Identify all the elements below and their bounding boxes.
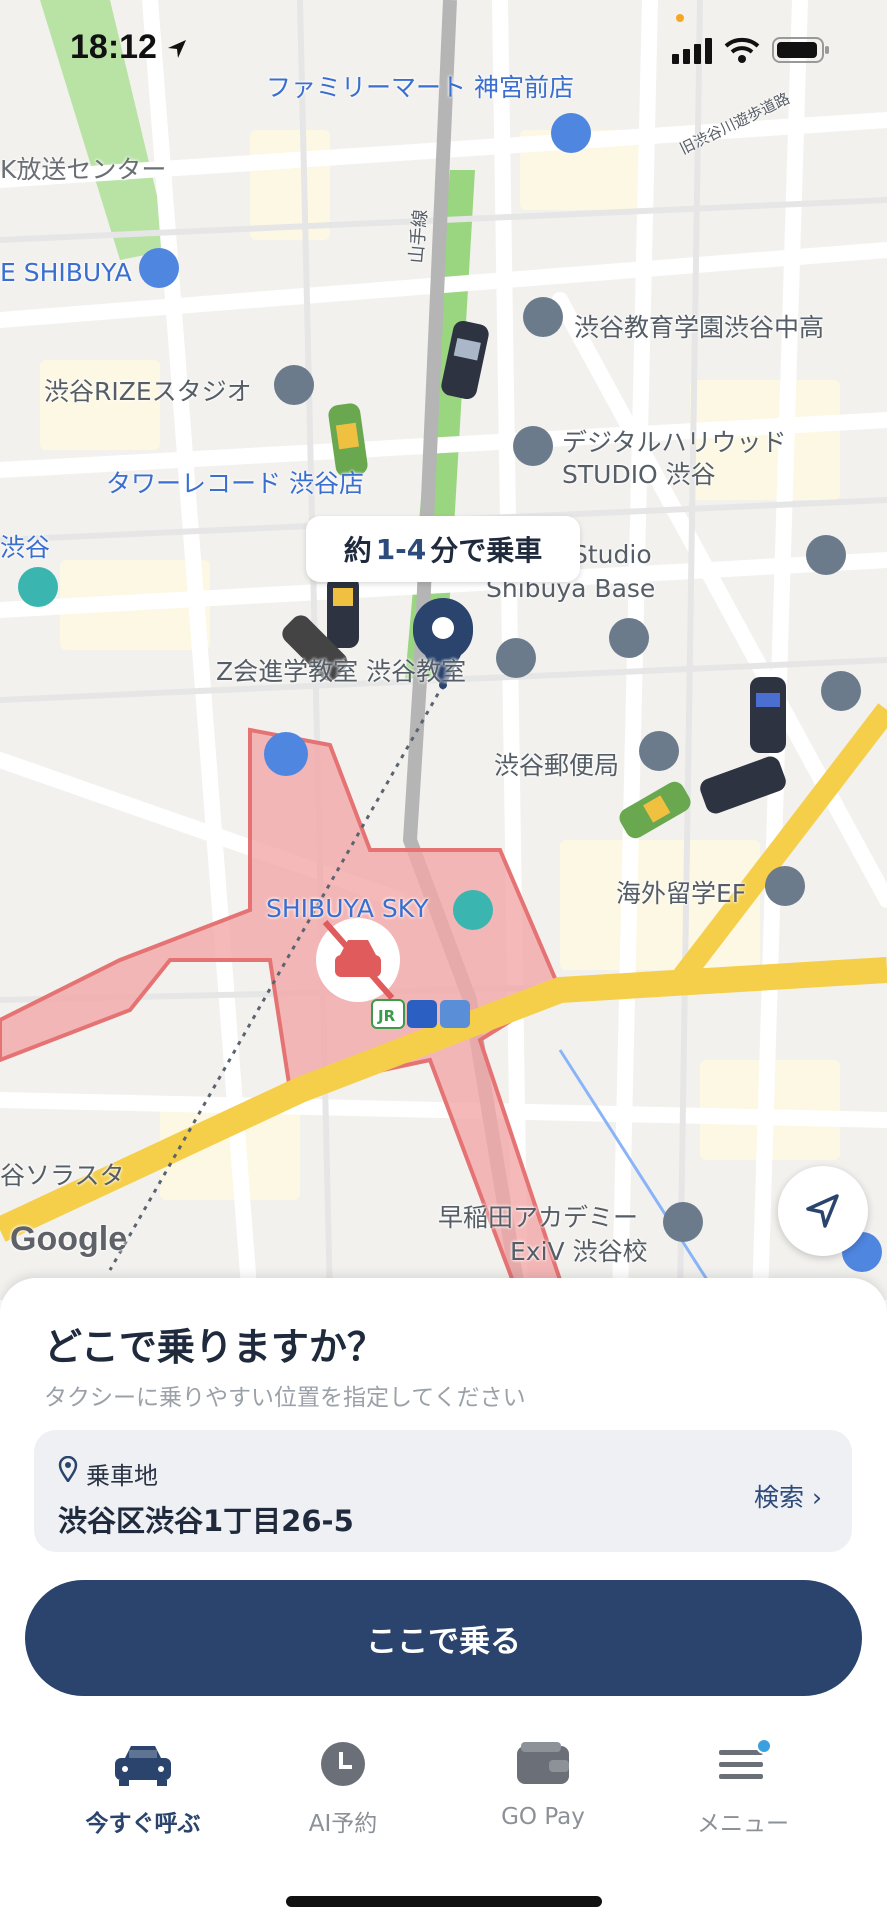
pickup-label: 乗車地 — [86, 1462, 158, 1490]
sheet-title: どこで乗りますか？ — [44, 1325, 385, 1369]
map-label-yamanote: 山手線 — [405, 208, 432, 265]
map-label-solasta: 谷ソラスタ — [0, 1161, 125, 1190]
svg-text:JR: JR — [377, 1007, 396, 1025]
map-label-nhk: K放送センター — [0, 155, 167, 184]
ride-here-button[interactable]: ここで乗る — [25, 1580, 862, 1696]
location-arrow-icon — [168, 40, 187, 58]
map-label-studio: Studio — [572, 540, 652, 569]
tab-call-now[interactable]: 今すぐ呼ぶ — [43, 1740, 243, 1838]
status-time: 18:12 — [70, 28, 188, 67]
home-indicator — [286, 1896, 602, 1907]
eta-prefix: 約 — [343, 534, 372, 567]
clock-icon — [321, 1742, 365, 1786]
pickup-address: 渋谷区渋谷1丁目26-5 — [58, 1504, 354, 1538]
signal-icon — [672, 38, 712, 64]
map-label-digital1: デジタルハリウッド — [562, 428, 787, 457]
taxi-icon — [115, 1746, 171, 1786]
wifi-icon — [724, 37, 760, 63]
map-label-post: 渋谷郵便局 — [494, 751, 620, 780]
map-label-shibuya-left: 渋谷 — [0, 533, 51, 562]
eta-range: 1-4 — [375, 532, 427, 566]
map-label-digital2: STUDIO 渋谷 — [562, 460, 716, 489]
battery-icon — [772, 37, 829, 63]
tab-label: GO Pay — [501, 1804, 585, 1830]
wallet-icon — [517, 1742, 569, 1784]
map-label-rize: 渋谷RIZEスタジオ — [44, 377, 252, 406]
map-label-shibuya-e: E SHIBUYA — [0, 258, 132, 287]
eta-badge: 約 1-4 分で乗車 — [306, 516, 580, 582]
map-label-sky: SHIBUYA SKY — [266, 894, 429, 923]
menu-icon — [719, 1738, 772, 1779]
pickup-location-field[interactable]: 乗車地 渋谷区渋谷1丁目26-5 検索 › — [34, 1430, 852, 1552]
map-label-zkai: Z会進学教室 渋谷教室 — [216, 657, 467, 686]
status-bar: 18:12 — [0, 0, 887, 100]
tab-label: 今すぐ呼ぶ — [85, 1811, 201, 1837]
current-location-button[interactable] — [778, 1166, 868, 1256]
search-link[interactable]: 検索 › — [754, 1478, 822, 1514]
map-label-tower: タワーレコード 渋谷店 — [106, 469, 364, 498]
google-logo: Google — [10, 1220, 128, 1258]
map-label-waseda1: 早稲田アカデミー — [438, 1203, 639, 1232]
no-taxi-zone-marker — [316, 918, 400, 1002]
navigation-arrow-icon — [806, 1194, 839, 1228]
sheet-subtitle: タクシーに乗りやすい位置を指定してください — [44, 1385, 526, 1411]
map-view[interactable]: JR ファミリーマート 神宮前店 K放送センター E SHIBUYA 渋谷教育学… — [0, 0, 887, 1300]
tab-label: AI予約 — [308, 1811, 378, 1837]
location-pin-icon — [58, 1456, 78, 1482]
map-label-waseda2: ExiV 渋谷校 — [510, 1237, 648, 1266]
tab-bar: 今すぐ呼ぶ AI予約 GO Pay メニュー — [0, 1718, 887, 1920]
eta-suffix: 分で乗車 — [430, 534, 543, 567]
mic-indicator — [676, 14, 684, 22]
tab-go-pay[interactable]: GO Pay — [443, 1740, 643, 1830]
tab-menu[interactable]: メニュー — [643, 1738, 843, 1838]
map-roads: JR — [0, 0, 887, 1300]
tab-ai-reservation[interactable]: AI予約 — [243, 1740, 443, 1838]
map-label-school1: 渋谷教育学園渋谷中高 — [574, 313, 825, 342]
tab-label: メニュー — [697, 1811, 789, 1837]
map-label-ef: 海外留学EF — [616, 879, 747, 908]
